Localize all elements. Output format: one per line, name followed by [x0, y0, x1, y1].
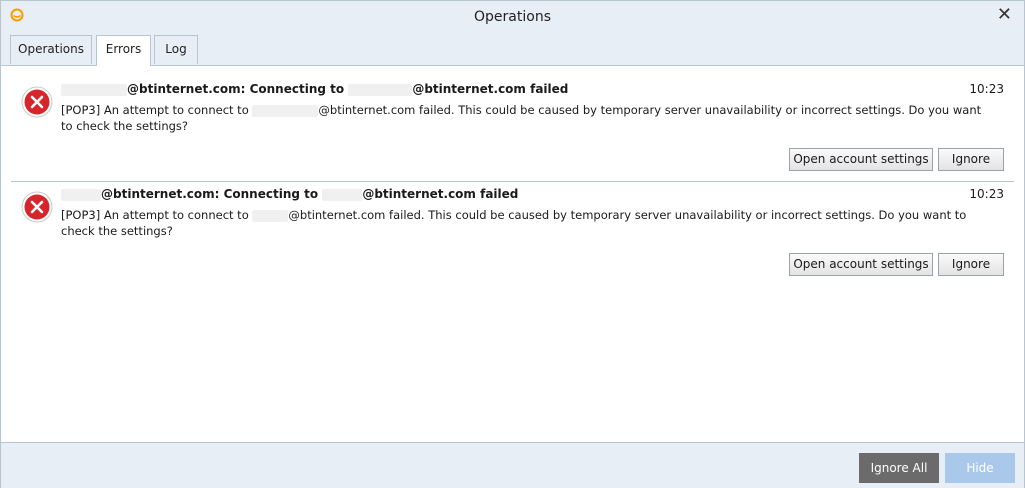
tab-operations[interactable]: Operations — [10, 35, 92, 64]
tab-errors[interactable]: Errors — [96, 35, 151, 66]
error-item: @btinternet.com: Connecting to @btintern… — [1, 66, 1024, 171]
ignore-button[interactable]: Ignore — [938, 148, 1004, 171]
error-time: 10:23 — [969, 82, 1004, 96]
redacted-text — [252, 104, 319, 117]
errors-panel: @btinternet.com: Connecting to @btintern… — [1, 66, 1024, 442]
error-item: @btinternet.com: Connecting to @btintern… — [1, 171, 1024, 276]
redacted-text — [61, 83, 127, 96]
error-title-part1: @btinternet.com: Connecting to — [101, 187, 319, 201]
title-bar: Operations ✕ — [1, 1, 1024, 34]
window-title: Operations — [474, 9, 551, 25]
error-message: [POP3] An attempt to connect to @btinter… — [61, 208, 996, 239]
redacted-text — [252, 209, 289, 222]
error-message-part1: [POP3] An attempt to connect to — [61, 208, 249, 222]
ignore-button[interactable]: Ignore — [938, 253, 1004, 276]
error-title-part2: @btinternet.com failed — [412, 82, 569, 96]
redacted-text — [61, 188, 101, 201]
redacted-text — [348, 83, 413, 96]
error-title: @btinternet.com: Connecting to @btintern… — [61, 82, 568, 96]
redacted-text — [322, 188, 363, 201]
close-icon[interactable]: ✕ — [997, 5, 1012, 25]
error-message: [POP3] An attempt to connect to @btinter… — [61, 103, 996, 134]
open-account-settings-button[interactable]: Open account settings — [789, 253, 933, 276]
ignore-all-button[interactable]: Ignore All — [859, 453, 939, 483]
error-icon — [21, 86, 53, 118]
error-message-part1: [POP3] An attempt to connect to — [61, 103, 249, 117]
operations-window: Operations ✕ Operations Errors Log @btin… — [0, 0, 1025, 488]
error-title-part1: @btinternet.com: Connecting to — [127, 82, 345, 96]
error-title: @btinternet.com: Connecting to @btintern… — [61, 187, 518, 201]
open-account-settings-button[interactable]: Open account settings — [789, 148, 933, 171]
tab-log[interactable]: Log — [154, 35, 198, 64]
error-title-part2: @btinternet.com failed — [362, 187, 519, 201]
tab-bar: Operations Errors Log — [1, 34, 1024, 66]
hide-button[interactable]: Hide — [945, 453, 1015, 483]
error-time: 10:23 — [969, 187, 1004, 201]
footer-bar: Ignore All Hide — [1, 442, 1024, 488]
error-icon — [21, 191, 53, 223]
